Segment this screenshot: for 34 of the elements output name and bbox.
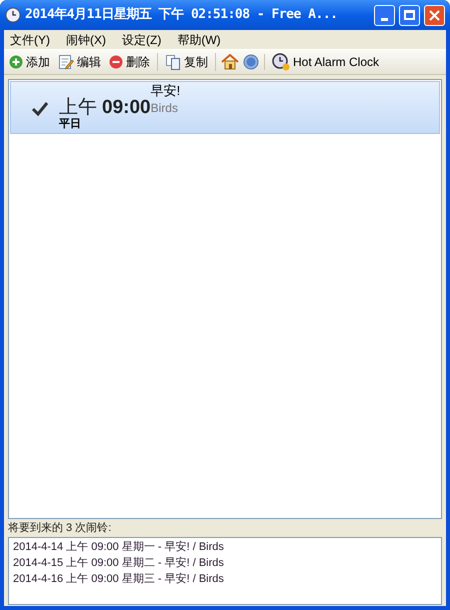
toolbar-button[interactable]: 删除 (107, 53, 152, 71)
close-icon (429, 10, 440, 20)
upcoming-alarm: 2014-4-16 上午 09:00 星期三 - 早安! / Birds (13, 572, 225, 587)
menu-item[interactable]: 文件(Y) (4, 30, 56, 48)
plus-icon (9, 55, 23, 69)
house-icon[interactable] (221, 54, 239, 70)
menu-item[interactable]: 闹钟(X) (60, 30, 112, 48)
upcoming-alarm: 2014-4-14 上午 09:00 星期一 - 早安! / Birds (13, 540, 225, 555)
toolbar-button[interactable]: 编辑 (56, 53, 103, 71)
minimize-button[interactable] (374, 4, 395, 26)
notepad-pencil-icon (58, 54, 74, 70)
checkmark-icon (31, 101, 49, 117)
alarm-period: 上午 (59, 98, 97, 118)
alarm-message: 早安! (150, 83, 180, 99)
alarm-repeat: 平日 (59, 118, 82, 130)
maximize-button[interactable] (399, 4, 420, 26)
clock-icon (5, 7, 21, 23)
alarm-sound: Birds (150, 101, 179, 115)
documents-icon (165, 54, 181, 70)
minus-icon (109, 55, 123, 69)
toolbar-button[interactable]: Hot Alarm Clock (270, 53, 382, 71)
alarm-row[interactable]: 上午 09:00 平日 早安! Birds (10, 81, 440, 134)
menu-item[interactable]: 设定(Z) (116, 30, 168, 48)
upcoming-alarm: 2014-4-15 上午 09:00 星期二 - 早安! / Birds (13, 556, 225, 571)
alarm-time: 09:00 (102, 98, 151, 118)
window-title: 2014年4月11日星期五 下午 02:51:08 - Free A... (25, 6, 338, 24)
help-icon[interactable] (243, 54, 259, 70)
toolbar-button[interactable]: 复制 (163, 53, 210, 71)
menu-item[interactable]: 帮助(W) (171, 30, 227, 48)
toolbar-button[interactable]: 添加 (7, 53, 52, 71)
close-button[interactable] (424, 4, 445, 26)
checkbox[interactable] (31, 101, 49, 117)
upcoming-heading: 将要到来的 3 次闹铃: (7, 521, 112, 536)
clock-icon (272, 53, 290, 71)
